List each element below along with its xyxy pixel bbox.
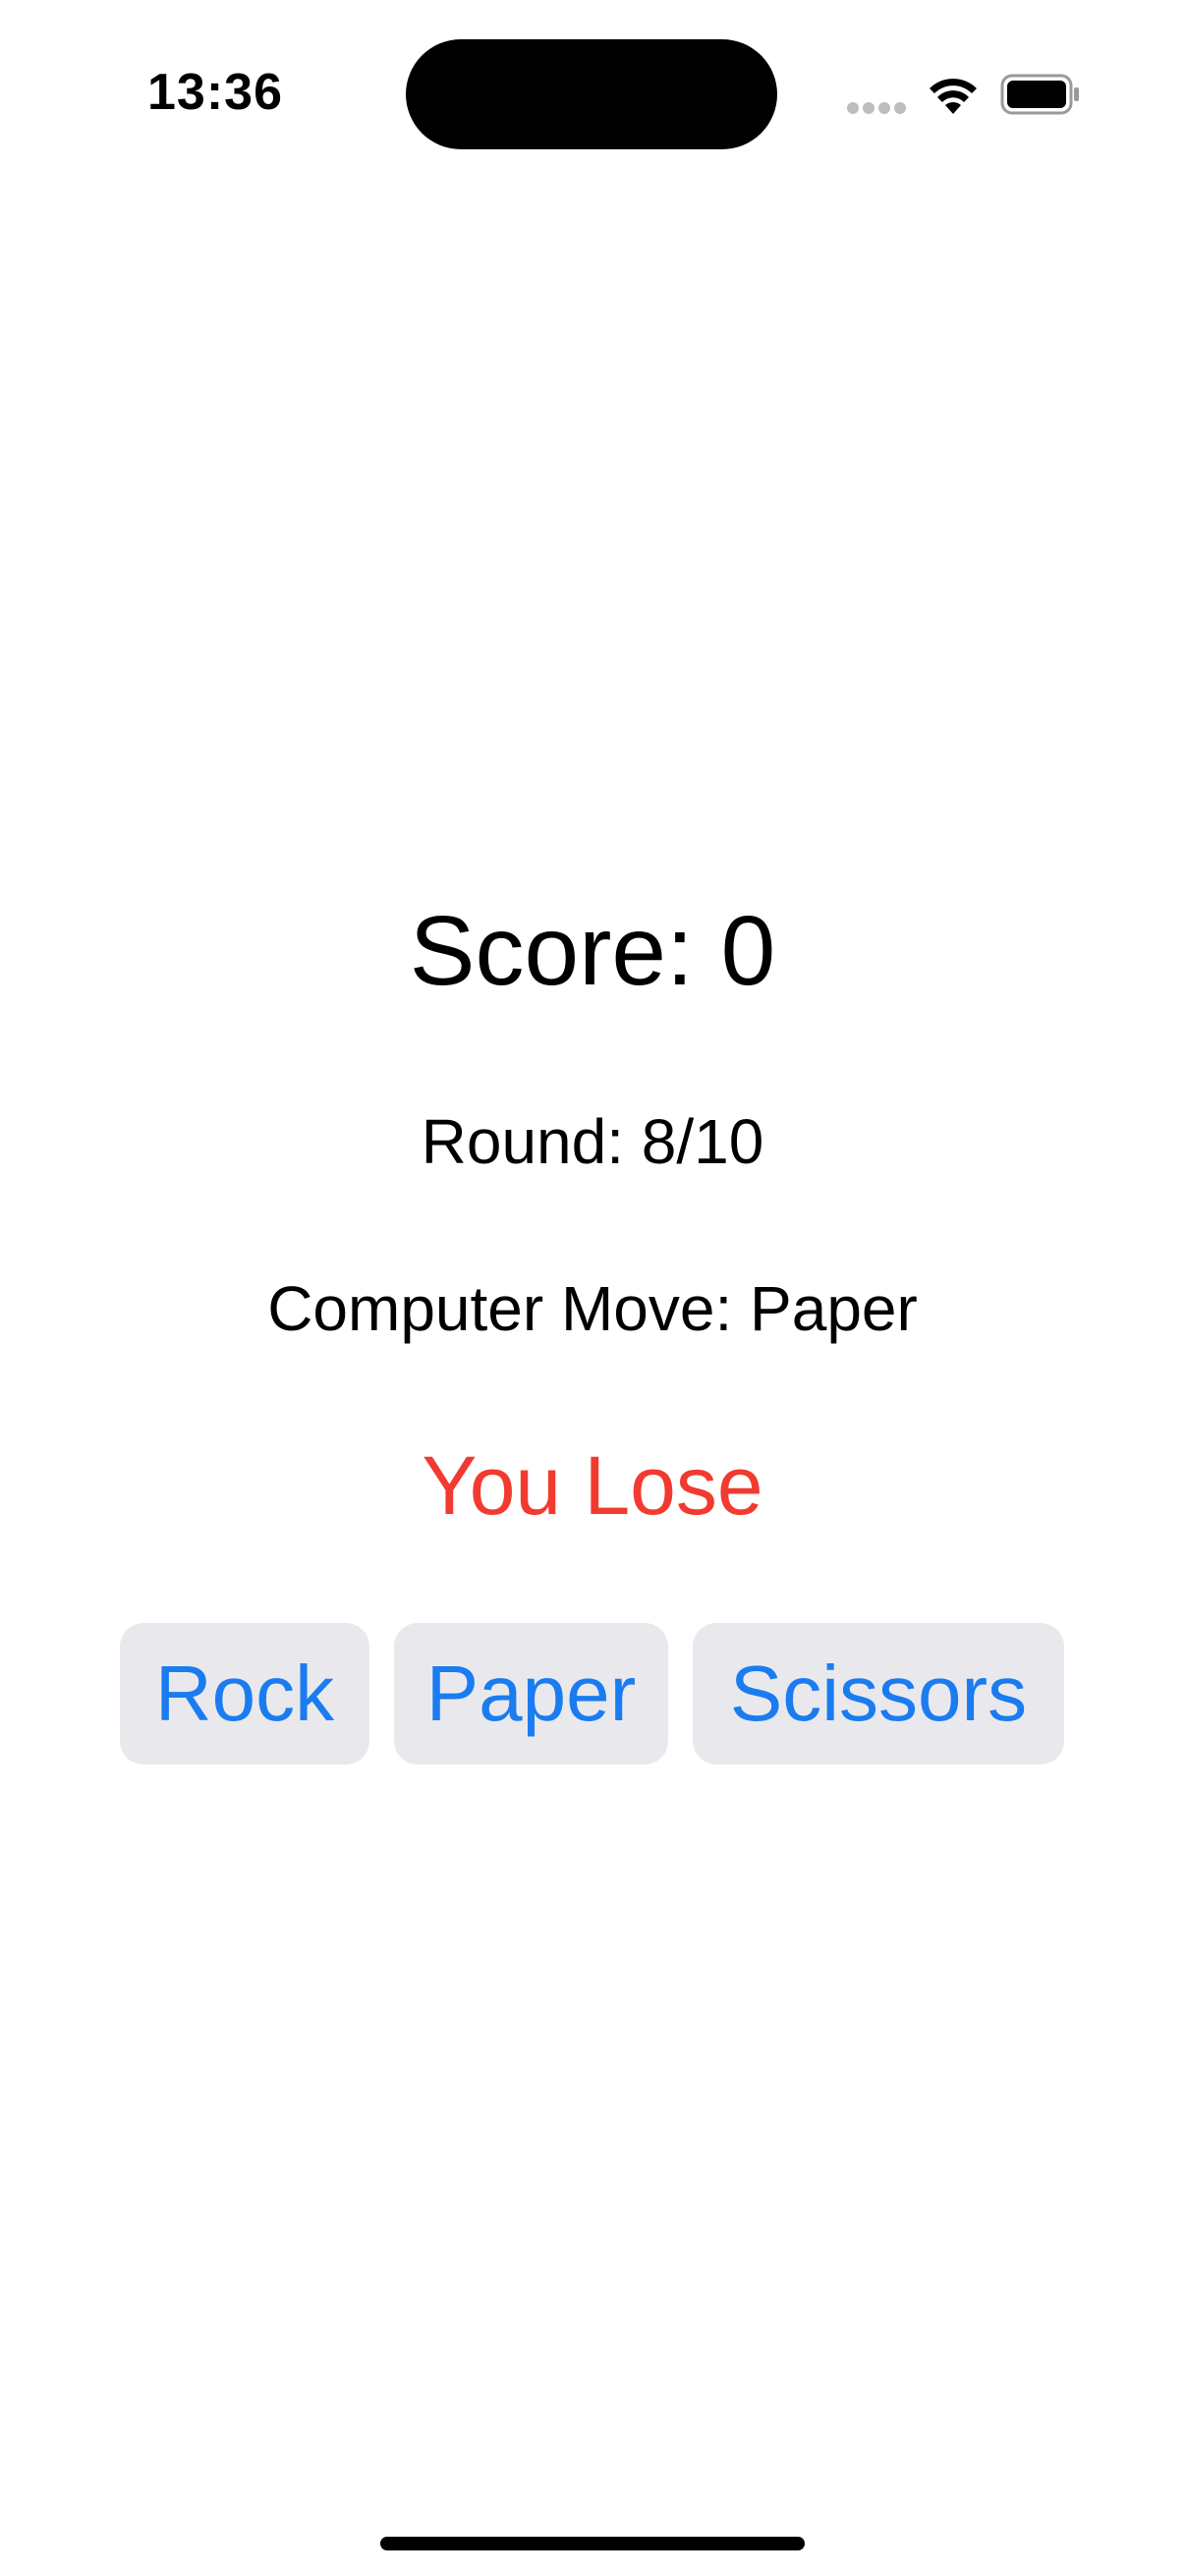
battery-icon bbox=[1000, 74, 1079, 115]
score-label: Score: 0 bbox=[409, 896, 776, 1006]
result-label: You Lose bbox=[422, 1439, 763, 1532]
rock-button[interactable]: Rock bbox=[120, 1623, 369, 1764]
home-indicator[interactable] bbox=[380, 2537, 805, 2550]
wifi-icon bbox=[930, 79, 977, 114]
scissors-button[interactable]: Scissors bbox=[693, 1623, 1064, 1764]
status-bar-time: 13:36 bbox=[147, 64, 283, 121]
computer-move-label: Computer Move: Paper bbox=[267, 1273, 918, 1344]
cellular-signal-icon bbox=[847, 102, 908, 116]
dynamic-island bbox=[406, 39, 777, 149]
game-screen: 13:36 Score: 0 Round: 8/10 Computer Move… bbox=[0, 0, 1185, 2576]
paper-button[interactable]: Paper bbox=[394, 1623, 668, 1764]
round-label: Round: 8/10 bbox=[421, 1106, 764, 1177]
